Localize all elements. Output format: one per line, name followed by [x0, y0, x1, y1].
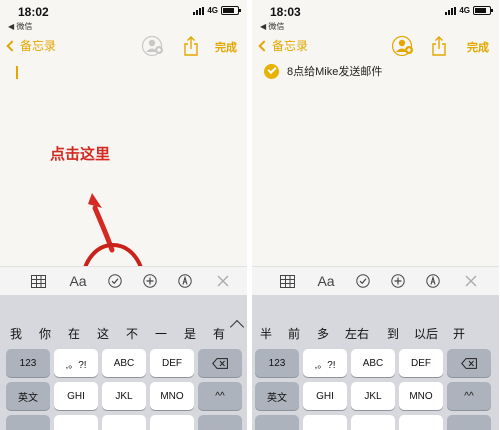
english-key[interactable]: 英文 [255, 382, 299, 410]
format-button[interactable]: Aa [315, 270, 337, 292]
checklist-button[interactable] [354, 270, 372, 292]
candidate-word[interactable]: 前 [288, 325, 300, 342]
plus-circle-icon [143, 274, 157, 288]
checklist-icon [108, 274, 122, 288]
back-label: 备忘录 [272, 39, 309, 53]
chevron-left-icon [258, 39, 270, 52]
add-attachment-button[interactable] [141, 270, 159, 292]
keyboard-key[interactable] [6, 415, 50, 430]
checklist-icon [356, 274, 370, 288]
ghi-key[interactable]: GHI [303, 382, 347, 410]
candidate-word[interactable]: 这 [97, 325, 109, 342]
keyboard-key[interactable] [303, 415, 347, 430]
def-key[interactable]: DEF [399, 349, 443, 377]
abc-key[interactable]: ABC [102, 349, 146, 377]
share-icon[interactable] [431, 36, 447, 56]
back-button[interactable]: 备忘录 [258, 37, 309, 54]
ghi-key[interactable]: GHI [54, 382, 98, 410]
def-key[interactable]: DEF [150, 349, 194, 377]
jkl-key[interactable]: JKL [102, 382, 146, 410]
numbers-key[interactable]: 123 [255, 349, 299, 377]
candidate-word[interactable]: 一 [155, 325, 167, 342]
table-button[interactable] [278, 270, 296, 292]
candidate-word[interactable]: 左右 [345, 325, 369, 342]
markup-pen-icon [426, 274, 440, 288]
close-icon [465, 275, 477, 287]
candidate-word[interactable]: 在 [68, 325, 80, 342]
close-icon [217, 275, 229, 287]
delete-key[interactable] [447, 349, 491, 377]
emoticon-key[interactable]: ^^ [198, 382, 242, 410]
keyboard-key[interactable] [54, 415, 98, 430]
jkl-key[interactable]: JKL [351, 382, 395, 410]
note-toolbar: Aa [252, 266, 499, 295]
backspace-icon [212, 357, 228, 369]
emoticon-key[interactable]: ^^ [447, 382, 491, 410]
network-type: 4G [459, 6, 470, 15]
note-toolbar: Aa [0, 266, 247, 295]
table-icon [30, 274, 46, 288]
abc-key[interactable]: ABC [351, 349, 395, 377]
candidate-word[interactable]: 不 [126, 325, 138, 342]
done-button[interactable]: 完成 [467, 39, 489, 55]
table-button[interactable] [29, 270, 47, 292]
checklist-item-text[interactable]: 8点给Mike发送邮件 [287, 63, 382, 79]
candidate-word[interactable]: 你 [39, 325, 51, 342]
checklist-button[interactable] [106, 270, 124, 292]
backspace-icon [461, 357, 477, 369]
candidate-bar: 我 你 在 这 不 一 是 有 [0, 295, 247, 345]
checklist-item[interactable]: 8点给Mike发送邮件 [264, 63, 382, 79]
candidate-bar: 半 前 多 左右 到 以后 开 [252, 295, 499, 345]
mno-key[interactable]: MNO [150, 382, 194, 410]
keyboard-key[interactable] [447, 415, 491, 430]
candidate-word[interactable]: 有 [213, 325, 225, 342]
keyboard-key[interactable] [150, 415, 194, 430]
checked-circle-icon[interactable] [264, 63, 279, 79]
markup-button[interactable] [424, 270, 442, 292]
close-toolbar-button[interactable] [462, 270, 480, 292]
candidate-word[interactable]: 多 [317, 325, 329, 342]
keyboard-key[interactable] [102, 415, 146, 430]
expand-candidates-icon[interactable] [229, 319, 245, 335]
markup-button[interactable] [176, 270, 194, 292]
status-bar: 18:03 ◀ 微信 4G [252, 0, 499, 34]
status-time: 18:03 [270, 5, 301, 19]
candidate-word[interactable]: 我 [10, 325, 22, 342]
keyboard-key[interactable] [351, 415, 395, 430]
candidate-word[interactable]: 是 [184, 325, 196, 342]
delete-key[interactable] [198, 349, 242, 377]
right-screen: 18:03 ◀ 微信 4G 备忘录 完成 8点给Mike发送邮件 Aa 半 前 … [252, 0, 499, 430]
left-screen: 18:02 ◀ 微信 4G 备忘录 完成 点击这里 Aa 我 你 在 这 不 一… [0, 0, 247, 430]
keyboard: 123 ,。?! ABC DEF 英文 GHI JKL MNO ^^ [252, 345, 499, 430]
table-icon [279, 274, 295, 288]
keyboard: 123 ,。?! ABC DEF 英文 GHI JKL MNO ^^ [0, 345, 247, 430]
candidate-word[interactable]: 半 [260, 325, 272, 342]
markup-pen-icon [178, 274, 192, 288]
candidate-word[interactable]: 到 [387, 325, 399, 342]
nav-bar: 备忘录 完成 [252, 34, 499, 60]
candidate-word[interactable]: 以后 [414, 325, 438, 342]
add-attachment-button[interactable] [389, 270, 407, 292]
signal-icon [445, 6, 457, 15]
add-people-icon[interactable] [391, 35, 415, 57]
plus-circle-icon [391, 274, 405, 288]
keyboard-key[interactable] [399, 415, 443, 430]
english-key[interactable]: 英文 [6, 382, 50, 410]
candidate-word[interactable]: 开 [453, 325, 465, 342]
back-to-wechat-link[interactable]: ◀ 微信 [260, 21, 284, 32]
format-button[interactable]: Aa [67, 270, 89, 292]
battery-icon [473, 6, 493, 15]
keyboard-key[interactable] [198, 415, 242, 430]
punctuation-key[interactable]: ,。?! [303, 349, 347, 377]
numbers-key[interactable]: 123 [6, 349, 50, 377]
keyboard-key[interactable] [255, 415, 299, 430]
mno-key[interactable]: MNO [399, 382, 443, 410]
status-indicators: 4G [445, 6, 493, 15]
close-toolbar-button[interactable] [214, 270, 232, 292]
punctuation-key[interactable]: ,。?! [54, 349, 98, 377]
